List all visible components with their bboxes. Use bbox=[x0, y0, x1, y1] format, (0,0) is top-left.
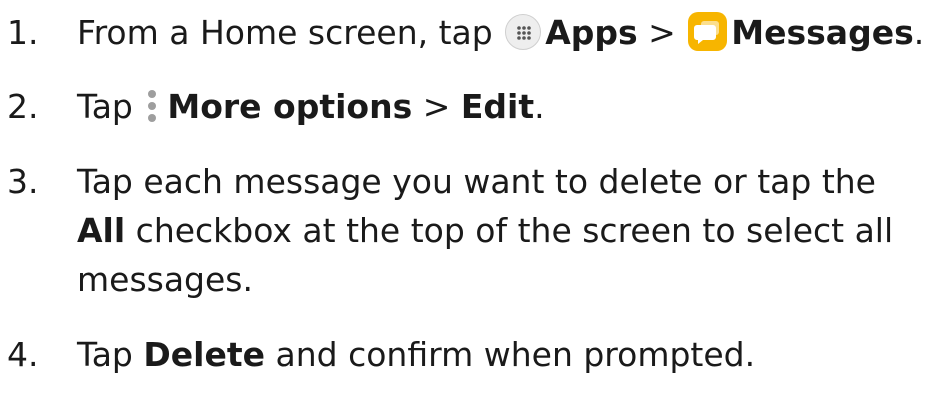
edit-label: Edit bbox=[460, 87, 535, 126]
step-text-line-2: All checkbox at the top of the screen to… bbox=[77, 206, 893, 255]
separator: > bbox=[648, 13, 676, 52]
step-number: 3. bbox=[7, 162, 39, 201]
step-text: From a Home screen, tap Apps > Messages. bbox=[77, 8, 924, 57]
step-text-plain: and confirm when prompted. bbox=[275, 335, 756, 374]
more-options-label: More options bbox=[167, 87, 413, 126]
apps-grid-icon bbox=[505, 13, 542, 50]
apps-label: Apps bbox=[545, 13, 638, 52]
step-text-plain: checkbox at the top of the screen to sel… bbox=[135, 211, 894, 250]
step-number: 1. bbox=[7, 13, 39, 52]
step-text-plain: From a Home screen, tap bbox=[77, 13, 493, 52]
step-end: . bbox=[534, 87, 545, 126]
step-text-plain: Tap bbox=[77, 335, 133, 374]
step-number: 2. bbox=[7, 87, 39, 126]
step-text-line-1: Tap each message you want to delete or t… bbox=[77, 162, 876, 201]
more-options-vertical-icon bbox=[145, 86, 159, 126]
step-text: Tap More options > Edit. bbox=[77, 82, 545, 131]
step-number: 4. bbox=[7, 335, 39, 374]
all-label: All bbox=[77, 211, 126, 250]
messages-chat-icon bbox=[688, 12, 728, 51]
separator: > bbox=[422, 87, 451, 126]
step-end: . bbox=[913, 13, 925, 52]
messages-label: Messages bbox=[731, 13, 914, 52]
step-text: Tap Delete and confirm when prompted. bbox=[77, 330, 755, 379]
step-text-plain: Tap bbox=[77, 87, 133, 126]
step-text: Tap each message you want to delete or t… bbox=[77, 157, 893, 304]
delete-label: Delete bbox=[143, 335, 265, 374]
step-text-line-3: messages. bbox=[77, 260, 253, 299]
